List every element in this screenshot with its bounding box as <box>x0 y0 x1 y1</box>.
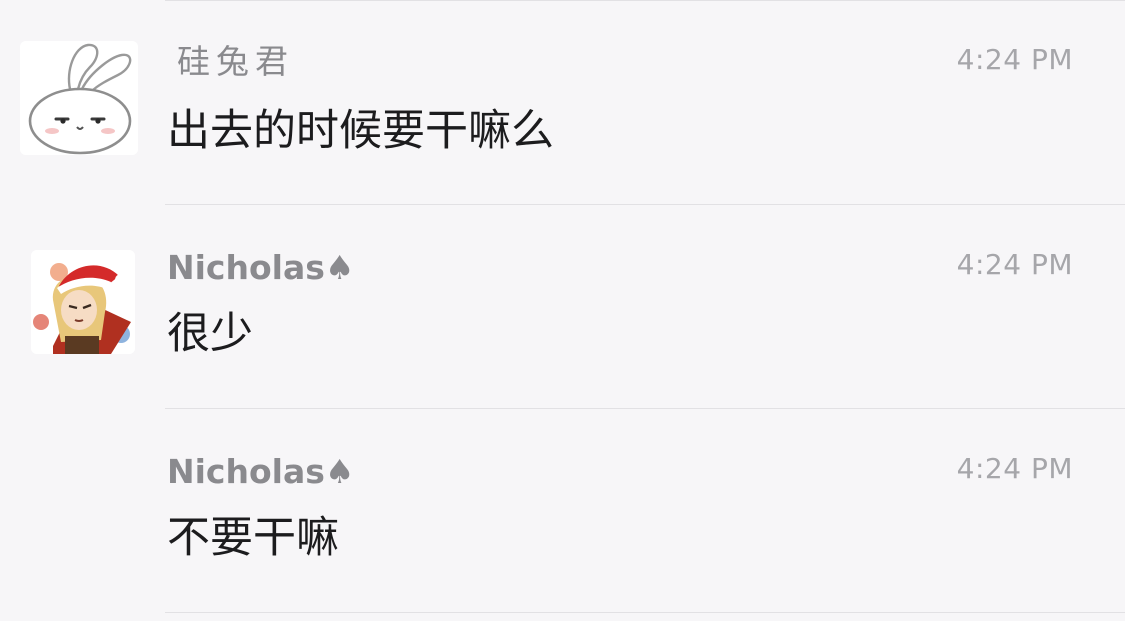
message-divider <box>165 612 1125 613</box>
message-time: 4:24 PM <box>956 452 1073 485</box>
sender-name[interactable]: Nicholas♠ <box>167 455 354 488</box>
santa-hat-character-avatar-icon[interactable] <box>31 250 135 354</box>
message-text: 不要干嘛 <box>167 513 339 563</box>
message-text: 出去的时候要干嘛么 <box>167 106 554 156</box>
sender-name[interactable]: 硅兔君 <box>177 45 294 78</box>
rabbit-avatar-icon[interactable] <box>20 41 138 155</box>
message-time: 4:24 PM <box>956 43 1073 76</box>
message-time: 4:24 PM <box>956 248 1073 281</box>
chat-message-list: 硅兔君 4:24 PM 出去的时候要干嘛么 Nicholas♠ 4:24 PM … <box>0 0 1125 621</box>
message-text: 很少 <box>167 309 253 359</box>
chat-message[interactable]: 硅兔君 4:24 PM 出去的时候要干嘛么 <box>0 0 1125 205</box>
sender-name[interactable]: Nicholas♠ <box>167 251 354 284</box>
chat-message[interactable]: Nicholas♠ 4:24 PM 很少 <box>0 205 1125 409</box>
chat-message[interactable]: Nicholas♠ 4:24 PM 不要干嘛 <box>0 409 1125 613</box>
